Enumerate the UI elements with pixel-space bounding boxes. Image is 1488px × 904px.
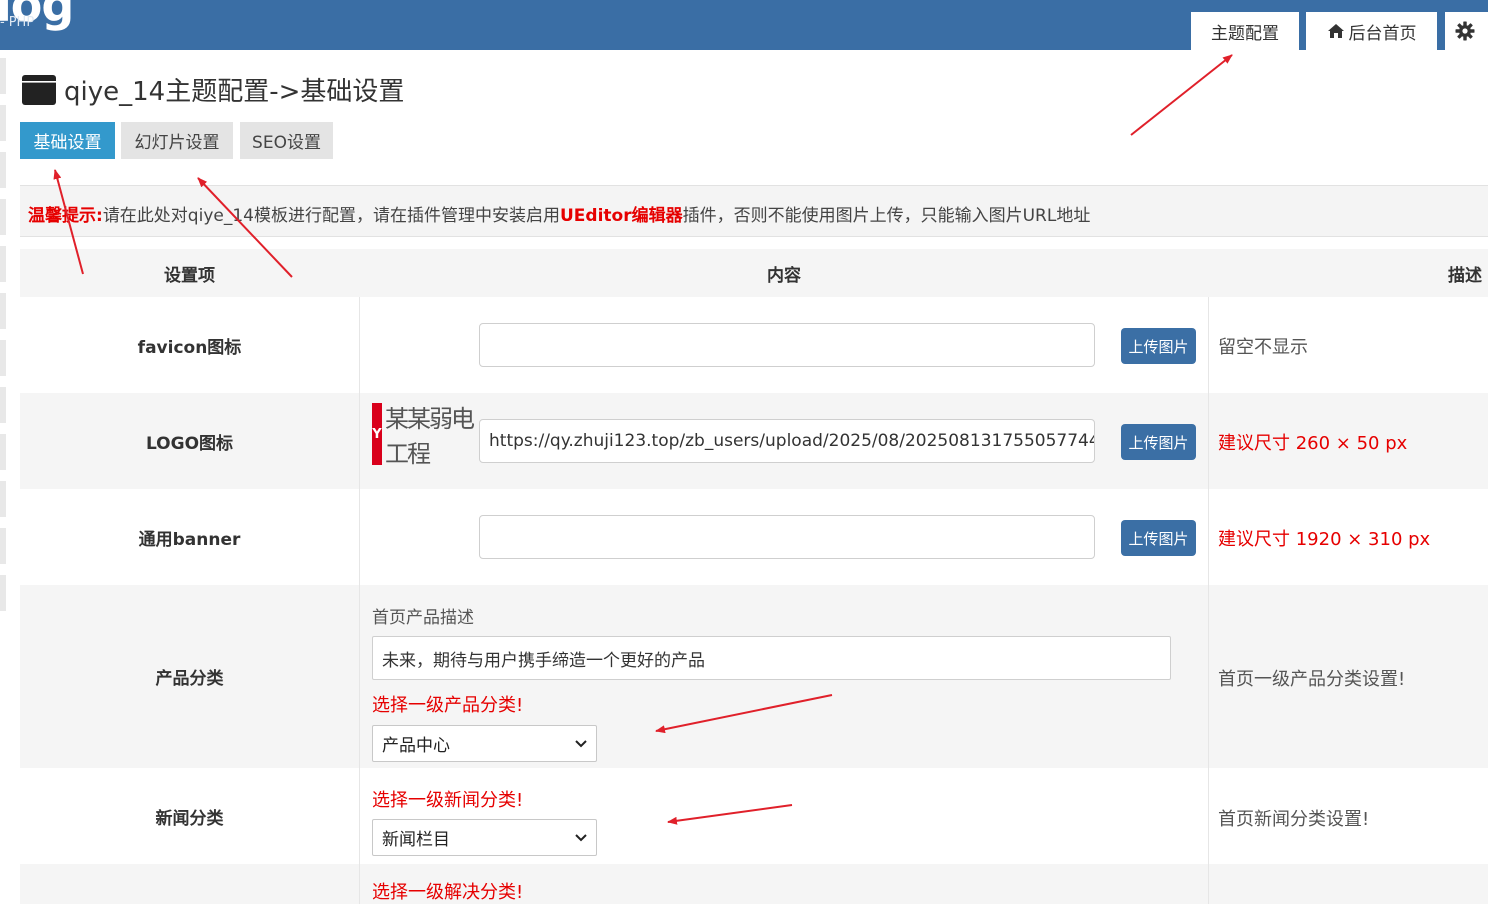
product-category-select[interactable]: 产品中心 [372, 725, 597, 762]
tip-text: 温馨提示:请在此处对qiye_14模板进行配置，请在插件管理中安装启用UEdit… [28, 201, 1090, 226]
logo-preview-mark: Y [372, 403, 382, 465]
row-description: 建议尺寸 1920 × 310 px [1218, 529, 1431, 550]
table-row: 通用banner 上传图片 建议尺寸 1920 × 310 px [20, 489, 1488, 585]
chevron-down-icon [575, 739, 587, 747]
row-label: 新闻分类 [155, 808, 224, 829]
window-icon [22, 74, 56, 105]
row-description: 首页新闻分类设置! [1218, 809, 1370, 830]
row-label: LOGO图标 [145, 433, 234, 454]
table-row: favicon图标 上传图片 留空不显示 [20, 297, 1488, 393]
news-category-hint: 选择一级新闻分类! [372, 790, 524, 811]
upload-image-button[interactable]: 上传图片 [1121, 520, 1196, 556]
tab-seo-settings[interactable]: SEO设置 [240, 122, 333, 159]
logo-preview-image: Y 某某弱电工程 [372, 402, 475, 468]
banner-url-input[interactable] [479, 515, 1095, 559]
row-label: 产品分类 [155, 669, 224, 689]
product-desc-input[interactable]: 未来，期待与用户携手缔造一个更好的产品 [372, 636, 1171, 680]
favicon-url-input[interactable] [479, 323, 1095, 367]
table-row: 新闻分类 选择一级新闻分类! 新闻栏目 首页新闻分类设置! [20, 768, 1488, 864]
home-icon [1327, 24, 1344, 38]
header-content: 内容 [767, 265, 801, 286]
tip-text-after: 插件，否则不能使用图片上传，只能输入图片URL地址 [682, 206, 1091, 226]
logo-url-input[interactable]: https://qy.zhuji123.top/zb_users/upload/… [479, 419, 1095, 463]
tab-slideshow-settings[interactable]: 幻灯片设置 [121, 122, 233, 159]
product-category-hint: 选择一级产品分类! [372, 695, 524, 716]
table-row: 产品分类 首页产品描述 未来，期待与用户携手缔造一个更好的产品 选择一级产品分类… [20, 585, 1488, 768]
admin-home-label: 后台首页 [1348, 23, 1417, 44]
row-label: favicon图标 [137, 337, 242, 358]
gear-icon [1455, 21, 1474, 41]
table-row: 选择一级解决分类! [20, 864, 1488, 904]
arrow-to-theme-config [1130, 54, 1233, 136]
settings-button[interactable] [1445, 12, 1488, 50]
product-category-value: 产品中心 [382, 736, 450, 756]
table-row: LOGO图标 Y 某某弱电工程 https://qy.zhuji123.top/… [20, 393, 1488, 489]
theme-config-tab[interactable]: 主题配置 [1191, 12, 1299, 50]
top-header: log - PHP 主题配置 后台首页 [0, 0, 1488, 50]
page-title: qiye_14主题配置->基础设置 [21, 71, 404, 108]
row-description: 首页一级产品分类设置! [1218, 669, 1406, 690]
logo-subtitle: - PHP [0, 15, 35, 30]
upload-image-button[interactable]: 上传图片 [1121, 328, 1196, 364]
header-description: 描述 [1448, 265, 1482, 286]
theme-config-label: 主题配置 [1211, 23, 1279, 44]
row-description: 留空不显示 [1218, 337, 1308, 358]
page-title-text: qiye_14主题配置->基础设置 [64, 77, 405, 107]
sidebar-edge [0, 50, 9, 889]
upload-image-button[interactable]: 上传图片 [1121, 424, 1196, 460]
admin-home-tab[interactable]: 后台首页 [1306, 12, 1437, 50]
tip-text-before: 请在此处对qiye_14模板进行配置，请在插件管理中安装启用 [102, 206, 560, 226]
tip-highlight: UEditor编辑器 [559, 206, 683, 226]
table-header-row: 设置项 内容 描述 [20, 249, 1488, 297]
chevron-down-icon [575, 833, 587, 841]
product-desc-label: 首页产品描述 [372, 608, 474, 628]
tab-basic-settings[interactable]: 基础设置 [20, 122, 115, 159]
solution-category-hint: 选择一级解决分类! [372, 882, 524, 903]
logo-preview-text: 某某弱电工程 [385, 405, 475, 468]
news-category-value: 新闻栏目 [382, 830, 450, 850]
header-setting-item: 设置项 [164, 265, 215, 286]
row-label: 通用banner [138, 529, 241, 550]
tip-bar: 温馨提示:请在此处对qiye_14模板进行配置，请在插件管理中安装启用UEdit… [20, 185, 1488, 237]
row-description: 建议尺寸 260 × 50 px [1218, 433, 1408, 454]
tip-prefix: 温馨提示: [28, 206, 103, 226]
news-category-select[interactable]: 新闻栏目 [372, 819, 597, 856]
